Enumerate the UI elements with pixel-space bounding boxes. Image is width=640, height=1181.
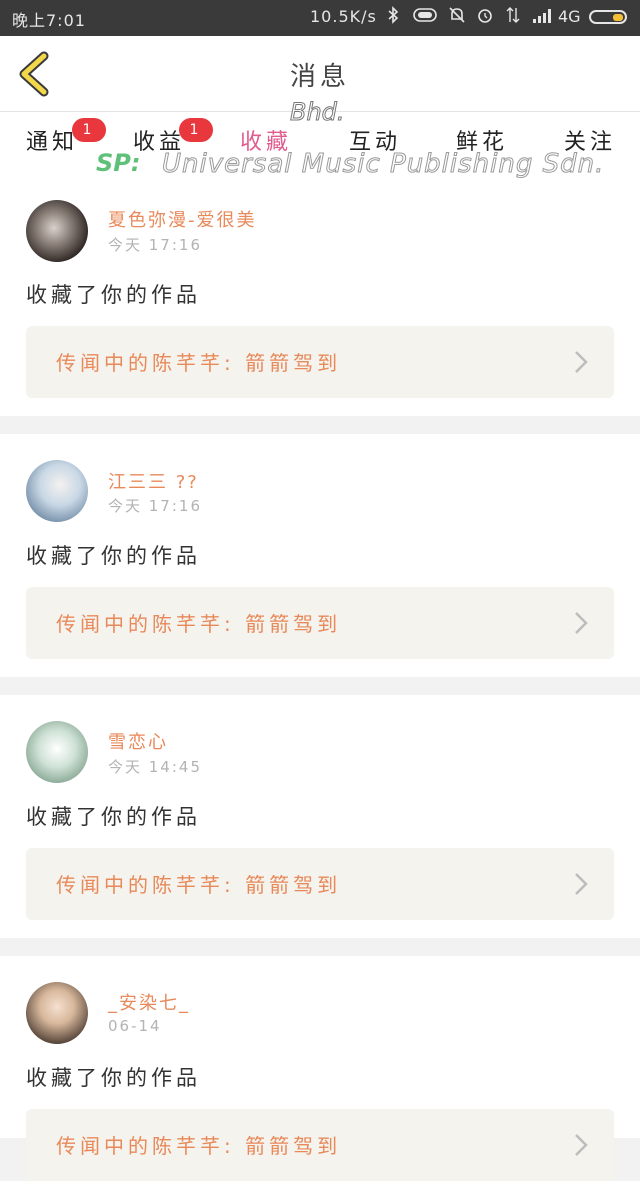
battery-icon	[589, 10, 627, 24]
chevron-right-icon	[575, 612, 588, 634]
work-link[interactable]: 传闻中的陈芊芊: 箭箭驾到	[26, 848, 614, 920]
status-bar: 晚上7:01 10.5K/s 4G	[0, 0, 640, 36]
data-arrows-icon	[506, 7, 520, 23]
work-title: 传闻中的陈芊芊: 箭箭驾到	[56, 351, 342, 375]
tab-bar: 通知 1 收益 1 收藏 互动 鲜花 关注 Bhd. SP: Universal…	[0, 98, 640, 186]
alarm-icon	[478, 9, 492, 23]
status-icons	[384, 6, 554, 24]
username[interactable]: 江三三 ??	[108, 468, 199, 494]
chevron-right-icon	[575, 873, 588, 895]
avatar[interactable]	[26, 200, 88, 262]
list-item: _安染七_ 06-14 收藏了你的作品 传闻中的陈芊芊: 箭箭驾到	[0, 956, 640, 1181]
work-link[interactable]: 传闻中的陈芊芊: 箭箭驾到	[26, 1109, 614, 1181]
username[interactable]: 雪恋心	[108, 728, 168, 754]
action-text: 收藏了你的作品	[26, 805, 201, 829]
network-speed: 10.5K/s	[310, 7, 377, 26]
avatar[interactable]	[26, 460, 88, 522]
chevron-right-icon	[575, 1134, 588, 1156]
network-type: 4G	[558, 7, 581, 26]
work-title: 传闻中的陈芊芊: 箭箭驾到	[56, 612, 342, 636]
page-title: 消息	[289, 62, 350, 92]
action-text: 收藏了你的作品	[26, 1066, 201, 1090]
timestamp: 今天 17:16	[108, 236, 202, 254]
tab-label: 通知	[26, 130, 79, 155]
list-item: 雪恋心 今天 14:45 收藏了你的作品 传闻中的陈芊芊: 箭箭驾到	[0, 695, 640, 938]
username[interactable]: 夏色弥漫-爱很美	[108, 206, 257, 232]
status-time: 晚上7:01	[12, 11, 86, 30]
tab-badge: 1	[72, 118, 106, 142]
timestamp: 今天 14:45	[108, 758, 202, 776]
list-item: 江三三 ?? 今天 17:16 收藏了你的作品 传闻中的陈芊芊: 箭箭驾到	[0, 434, 640, 677]
action-text: 收藏了你的作品	[26, 544, 201, 568]
work-title: 传闻中的陈芊芊: 箭箭驾到	[56, 1134, 342, 1158]
watermark-sp: SP:	[96, 149, 141, 177]
timestamp: 今天 17:16	[108, 497, 202, 515]
tab-badge: 1	[179, 118, 213, 142]
vibrate-icon	[413, 8, 437, 22]
bluetooth-icon	[388, 6, 399, 24]
signal-icon	[533, 9, 551, 23]
action-text: 收藏了你的作品	[26, 283, 201, 307]
timestamp: 06-14	[108, 1017, 162, 1035]
avatar[interactable]	[26, 982, 88, 1044]
mute-icon	[449, 7, 465, 23]
avatar[interactable]	[26, 721, 88, 783]
work-link[interactable]: 传闻中的陈芊芊: 箭箭驾到	[26, 587, 614, 659]
username[interactable]: _安染七_	[108, 989, 190, 1015]
list-item: 夏色弥漫-爱很美 今天 17:16 收藏了你的作品 传闻中的陈芊芊: 箭箭驾到	[0, 186, 640, 416]
watermark-bhd: Bhd.	[290, 98, 346, 127]
work-title: 传闻中的陈芊芊: 箭箭驾到	[56, 873, 342, 897]
tab-notifications[interactable]: 通知 1	[26, 118, 106, 156]
work-link[interactable]: 传闻中的陈芊芊: 箭箭驾到	[26, 326, 614, 398]
watermark-text: Universal Music Publishing Sdn.	[161, 149, 605, 180]
chevron-right-icon	[575, 351, 588, 373]
